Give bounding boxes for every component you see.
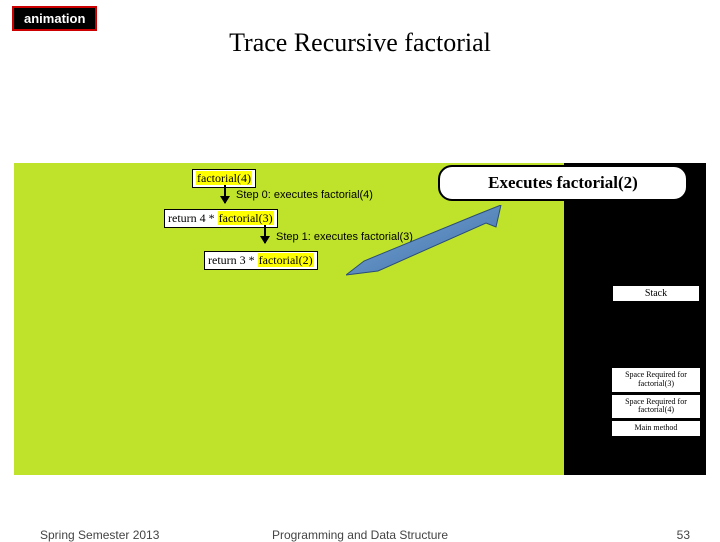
callout-bubble: Executes factorial(2) xyxy=(438,165,688,201)
trace-diagram: factorial(4) Step 0: executes factorial(… xyxy=(14,155,706,475)
stack-frame: Space Required for factorial(4) xyxy=(612,395,700,419)
stack-frame: Main method xyxy=(612,421,700,436)
step-0-label: Step 0: executes factorial(4) xyxy=(236,189,373,201)
stack-frame: Space Required for factorial(3) xyxy=(612,368,700,392)
callout-arrow-icon xyxy=(346,205,506,285)
slide-title: Trace Recursive factorial xyxy=(0,28,720,58)
return-4-times-f3: return 4 * factorial(3) xyxy=(164,209,278,228)
stack-panel: Stack Space Required for factorial(3) Sp… xyxy=(612,285,700,436)
arrow-icon xyxy=(224,185,226,203)
stack-title: Stack xyxy=(612,285,700,302)
arrow-icon xyxy=(264,225,266,243)
return-3-times-f2: return 3 * factorial(2) xyxy=(204,251,318,270)
divider xyxy=(0,155,720,163)
trace-canvas: factorial(4) Step 0: executes factorial(… xyxy=(14,155,564,475)
